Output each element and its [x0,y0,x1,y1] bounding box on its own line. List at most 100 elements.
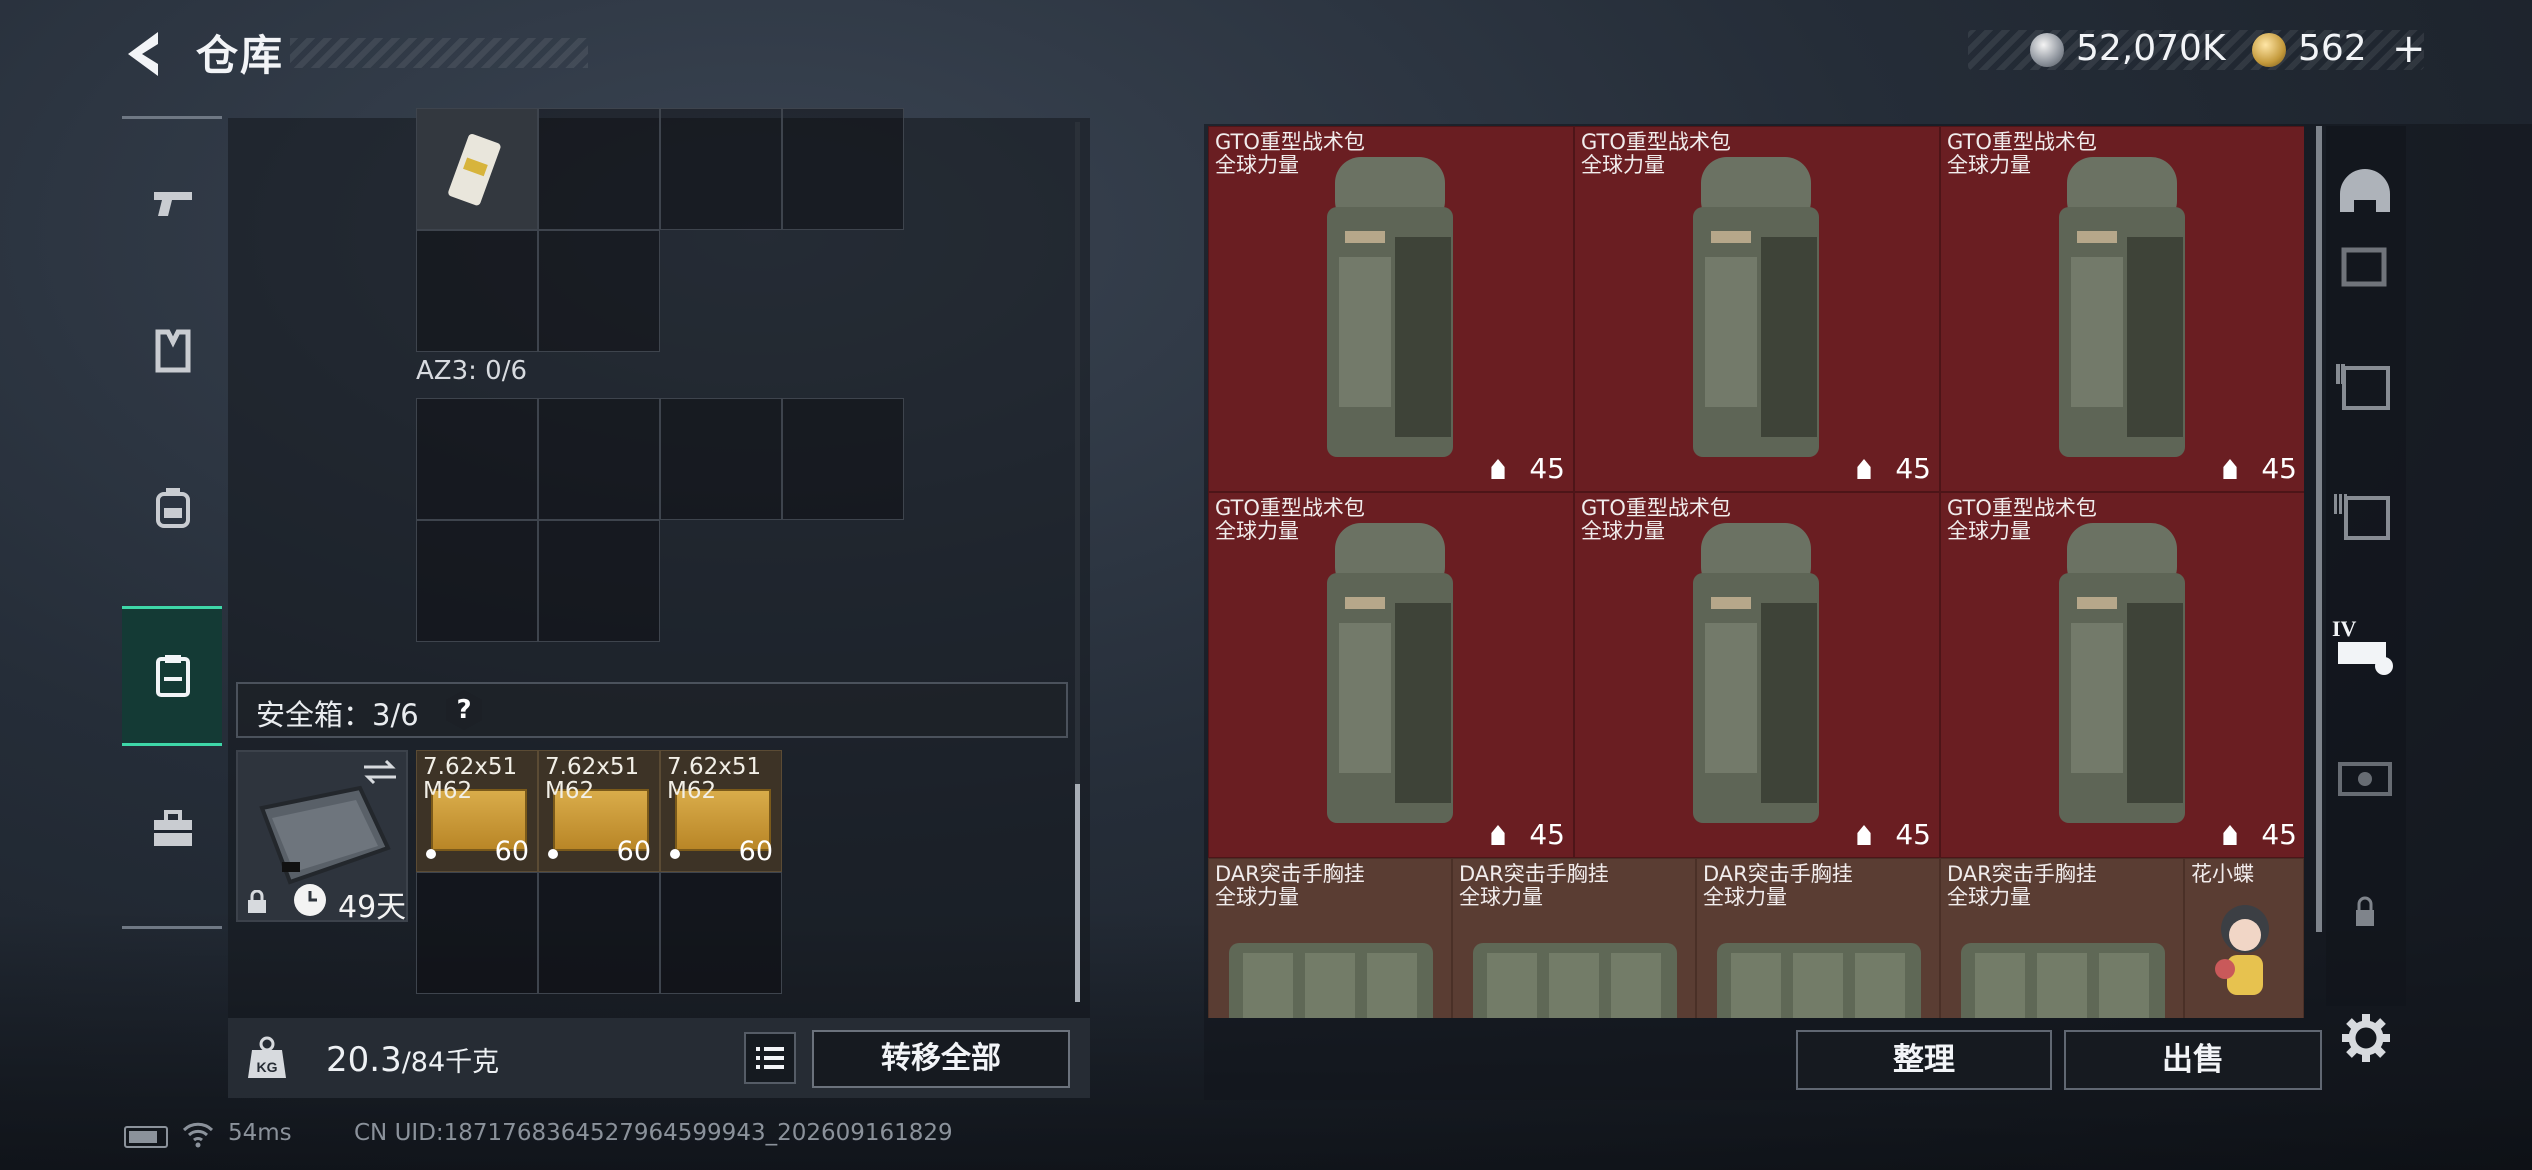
item-name: DAR突击手胸挂 全球力量 [1947,862,2097,909]
weight-readout: 20.3/84千克 [326,1040,499,1080]
lock-icon [2356,896,2374,926]
item-name: DAR突击手胸挂 全球力量 [1459,862,1609,909]
grid-cell[interactable] [538,520,660,642]
ammo-item[interactable]: 7.62x51 M62 60 [416,750,538,872]
item-level: 45 [1895,452,1931,485]
status-dot [670,849,680,859]
nav-armor[interactable] [122,288,222,428]
nav-rig-v[interactable] [2330,744,2400,814]
storage-item[interactable]: GTO重型战术包 全球力量 45 [1940,492,2304,858]
backpack-item-icon [1327,523,1453,823]
storage-scroll-thumb[interactable] [2316,126,2322,932]
list-icon [756,1047,784,1069]
nav-toolbox[interactable] [122,766,222,906]
storage-item[interactable]: GTO重型战术包 全球力量 45 [1574,126,1940,492]
gold-coin-icon [2252,33,2286,67]
nav-rig-i[interactable] [2330,240,2400,310]
ammo-count: 60 [494,836,529,867]
settings-gear-icon[interactable] [2338,1010,2394,1066]
storage-item[interactable]: DAR突击手胸挂 全球力量 [1940,858,2184,1018]
storage-item[interactable]: GTO重型战术包 全球力量 45 [1574,492,1940,858]
item-name: GTO重型战术包 全球力量 [1947,130,2097,177]
ammo-item[interactable]: 7.62x51 M62 60 [538,750,660,872]
rig-v-icon [2338,762,2392,796]
inventory-item-card[interactable] [416,108,538,230]
storage-item[interactable]: 花小蝶 [2184,858,2304,1018]
rig-iv-icon: IV [2332,616,2393,675]
nav-rig-ii[interactable] [2330,354,2400,424]
sell-button[interactable]: 出售 [2064,1030,2322,1090]
storage-item[interactable]: GTO重型战术包 全球力量 45 [1940,126,2304,492]
weight-capacity: /84千克 [401,1047,500,1078]
toolbox-icon [154,810,192,846]
status-dot [426,849,436,859]
storage-item[interactable]: GTO重型战术包 全球力量 45 [1208,126,1574,492]
chest-rig-icon [1229,943,1433,1018]
backpack-item-icon [2059,157,2185,457]
item-name: GTO重型战术包 全球力量 [1215,496,1365,543]
ammo-item[interactable]: 7.62x51 M62 60 [660,750,782,872]
item-name: GTO重型战术包 全球力量 [1947,496,2097,543]
item-name: GTO重型战术包 全球力量 [1581,496,1731,543]
item-level: 45 [1895,818,1931,851]
safe-box-capacity: 安全箱：3/6 [256,698,419,732]
nav-backpack[interactable] [122,444,222,584]
grid-cell[interactable] [538,398,660,520]
grid-cell[interactable] [538,108,660,230]
storage-item[interactable]: DAR突击手胸挂 全球力量 [1696,858,1940,1018]
nav-helmet[interactable] [2330,160,2400,230]
nav-rig-iii[interactable] [2330,484,2400,554]
grid-cell[interactable] [782,398,904,520]
list-view-button[interactable] [744,1032,796,1084]
grid-cell[interactable] [416,872,538,994]
transfer-all-button[interactable]: 转移全部 [812,1030,1070,1088]
grid-cell[interactable] [416,520,538,642]
armor-vest-icon [155,329,191,373]
grid-cell[interactable] [416,230,538,352]
svg-text:KG: KG [257,1059,278,1075]
weight-icon: KG [248,1036,286,1078]
inventory-scroll-thumb[interactable] [1075,784,1080,1002]
figure-charm-icon [2215,905,2269,995]
silver-currency-amount: 52,070K [2076,28,2226,69]
ammo-count: 60 [616,836,651,867]
item-level: 45 [1529,818,1565,851]
ammo-count: 60 [738,836,773,867]
hard-case-icon [259,785,391,885]
page-title: 仓库 [196,31,285,80]
grid-cell[interactable] [660,398,782,520]
status-dot [548,849,558,859]
grid-cell[interactable] [538,230,660,352]
helmet-icon [2340,169,2390,212]
item-level: 45 [2261,818,2297,851]
nav-locked[interactable] [2330,878,2400,948]
add-currency-button[interactable]: + [2392,26,2426,72]
nav-rig-iv[interactable]: IV [2330,612,2400,682]
swap-icon[interactable] [362,758,398,786]
keycard-icon [448,134,501,206]
nav-safe-box[interactable] [122,606,222,746]
backpack-item-icon [2059,523,2185,823]
grid-cell[interactable] [660,108,782,230]
backpack-item-icon [1327,157,1453,457]
helmet-icon [1491,825,1505,845]
grid-cell[interactable] [538,872,660,994]
back-arrow-icon[interactable] [118,26,174,82]
clock-icon [294,884,326,916]
chest-rig-icon [1473,943,1677,1018]
nav-weapons[interactable] [122,140,222,280]
storage-item[interactable]: DAR突击手胸挂 全球力量 [1208,858,1452,1018]
storage-item[interactable]: GTO重型战术包 全球力量 45 [1208,492,1574,858]
grid-cell[interactable] [782,108,904,230]
container-capacity-label: AZ3: 0/6 [416,356,528,386]
helmet-icon [1491,459,1505,479]
grid-cell[interactable] [660,872,782,994]
sort-button[interactable]: 整理 [1796,1030,2052,1090]
item-level: 45 [1529,452,1565,485]
item-name: 花小蝶 [2191,862,2254,886]
rig-iii-icon [2334,494,2390,540]
storage-item[interactable]: DAR突击手胸挂 全球力量 [1452,858,1696,1018]
grid-cell[interactable] [416,398,538,520]
item-name: GTO重型战术包 全球力量 [1581,130,1731,177]
ammo-caliber: 7.62x51 M62 [423,754,518,804]
